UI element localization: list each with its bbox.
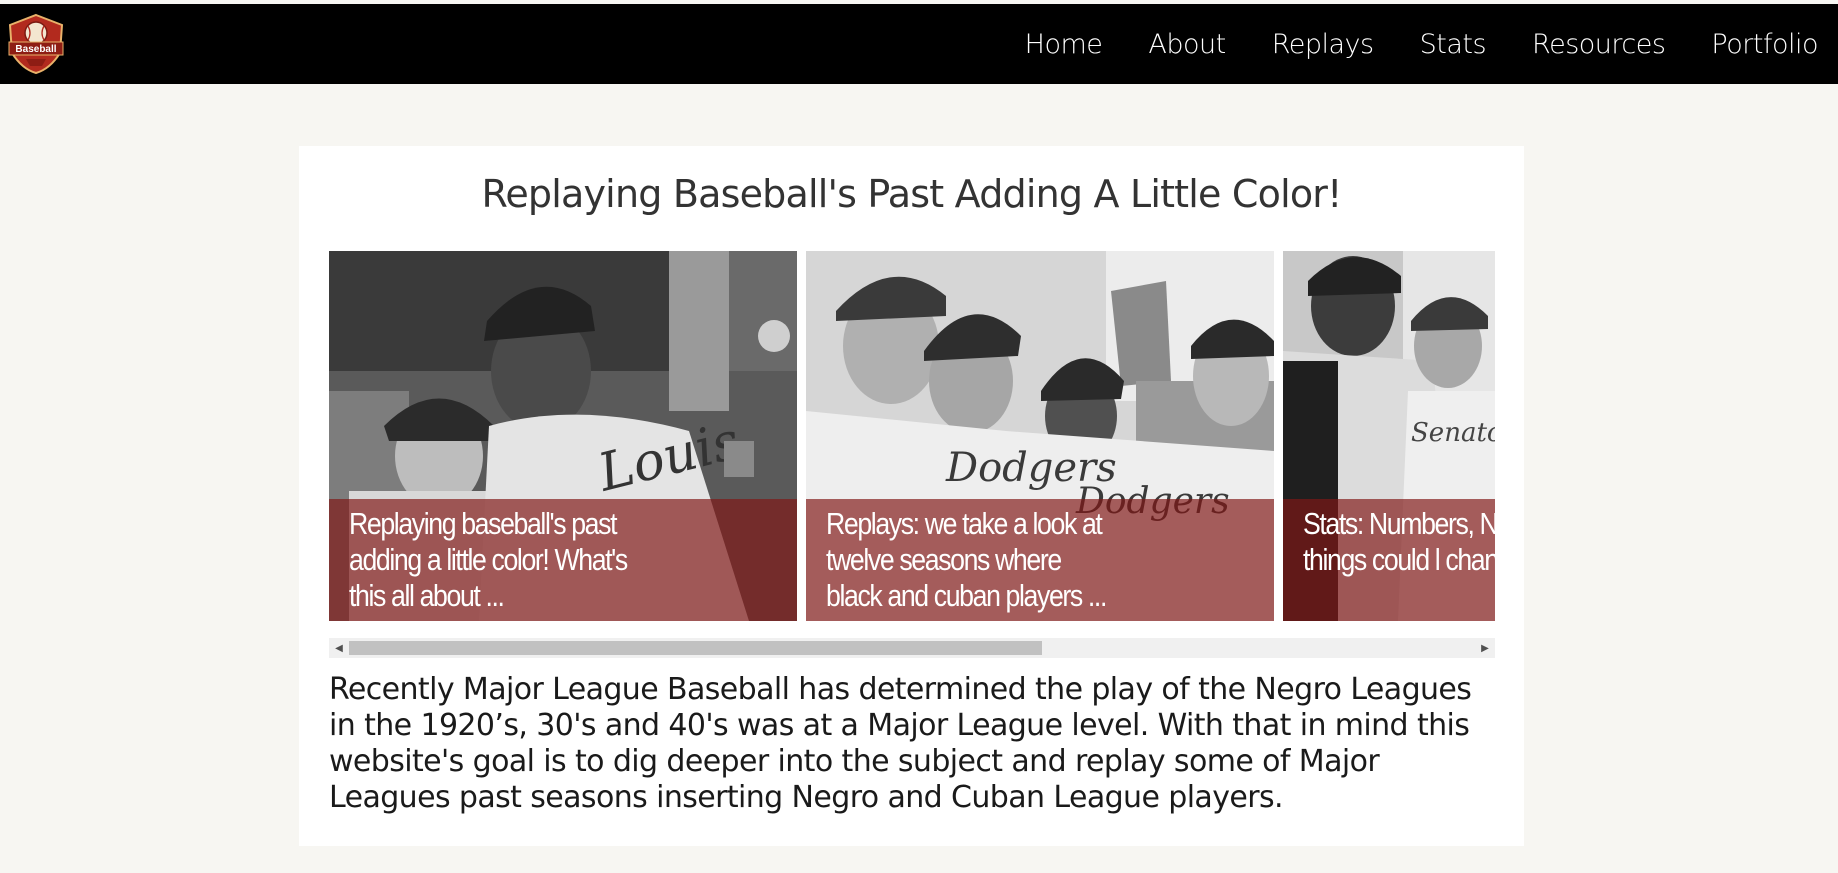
scroll-left-arrow-icon[interactable]: ◀ <box>329 638 349 658</box>
top-navbar: Baseball Home About Replays Stats Resour… <box>0 4 1838 84</box>
main-nav: Home About Replays Stats Resources Portf… <box>1025 4 1819 84</box>
slide-caption-text: Replays: we take a look at twelve season… <box>826 506 1107 613</box>
scrollbar-thumb[interactable] <box>349 641 1042 655</box>
slide-caption: Stats: Numbers, N how things could l cha… <box>1283 499 1495 621</box>
page-title: Replaying Baseball's Past Adding A Littl… <box>481 172 1342 216</box>
baseball-logo-icon[interactable]: Baseball <box>6 13 66 75</box>
nav-portfolio-link[interactable]: Portfolio <box>1711 29 1818 60</box>
image-carousel: Louis Replaying baseball's past adding a… <box>329 251 1495 621</box>
svg-text:Senators: Senators <box>1411 418 1495 448</box>
carousel-horizontal-scrollbar[interactable]: ◀ ▶ <box>329 638 1495 658</box>
intro-paragraph: Recently Major League Baseball has deter… <box>329 672 1472 815</box>
slide-caption: Replays: we take a look at twelve season… <box>806 499 1274 621</box>
slide-caption-text: Replaying baseball's past adding a littl… <box>349 506 628 613</box>
scroll-right-arrow-icon[interactable]: ▶ <box>1475 638 1495 658</box>
nav-about-link[interactable]: About <box>1148 29 1226 60</box>
nav-replays-link[interactable]: Replays <box>1272 29 1374 60</box>
slide-caption-text: Stats: Numbers, N how things could l cha… <box>1303 506 1495 577</box>
carousel-slide-replays[interactable]: Dodgers Dodgers Replays: we take a look … <box>806 251 1274 621</box>
slide-caption: Replaying baseball's past adding a littl… <box>329 499 797 621</box>
carousel-slide-about[interactable]: Louis Replaying baseball's past adding a… <box>329 251 797 621</box>
nav-home-link[interactable]: Home <box>1025 29 1103 60</box>
nav-resources-link[interactable]: Resources <box>1532 29 1666 60</box>
main-content-card: Replaying Baseball's Past Adding A Littl… <box>299 146 1524 846</box>
carousel-slide-stats[interactable]: Senators Stats: Numbers, N how things co… <box>1283 251 1495 621</box>
logo-text: Baseball <box>15 44 56 55</box>
nav-stats-link[interactable]: Stats <box>1420 29 1487 60</box>
